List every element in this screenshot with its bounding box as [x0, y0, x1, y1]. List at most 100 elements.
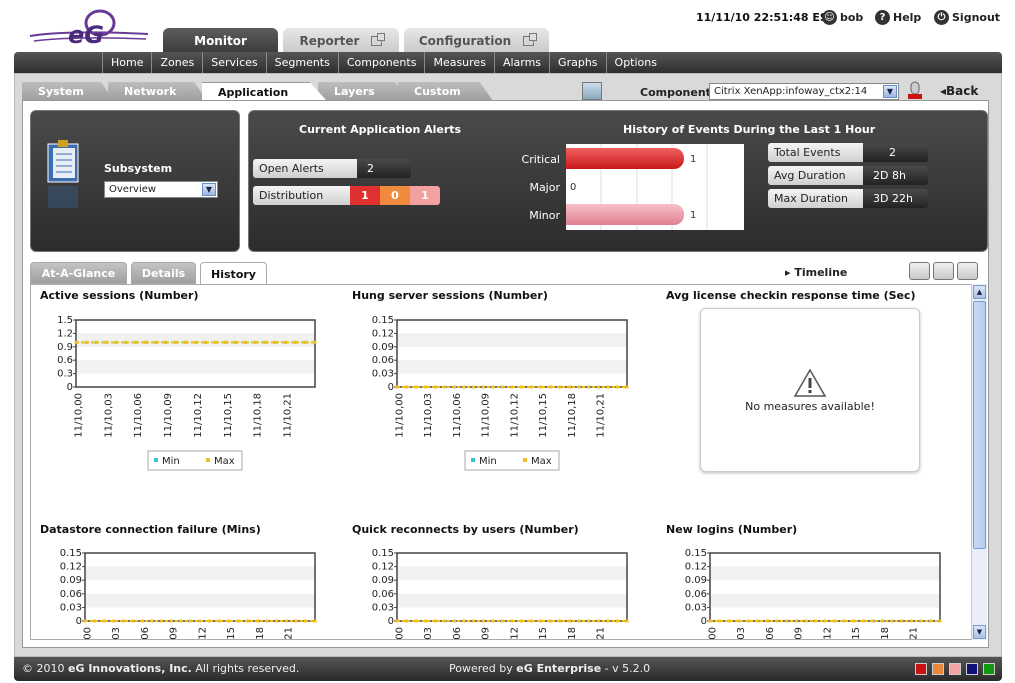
grid-band	[76, 360, 315, 374]
data-point	[890, 619, 894, 623]
data-point	[443, 619, 447, 623]
data-point	[625, 619, 629, 623]
data-point	[558, 385, 562, 389]
copyright: © 2010 eG Innovations, Inc. All rights r…	[22, 662, 299, 675]
data-point	[184, 340, 188, 344]
y-tick-label: 0.3	[57, 369, 73, 380]
data-point	[121, 619, 125, 623]
scroll-up-icon[interactable]: ▲	[973, 285, 986, 299]
version: - v 5.2.0	[604, 662, 651, 675]
data-point	[737, 619, 741, 623]
data-point	[928, 619, 932, 623]
grid-band	[710, 566, 940, 581]
grid-band	[397, 566, 627, 581]
x-tick-label: 11/10,12	[193, 393, 204, 438]
data-point	[414, 619, 418, 623]
data-point	[284, 619, 288, 623]
data-point	[174, 340, 178, 344]
x-tick-label: 11/10,18	[567, 393, 578, 438]
x-tick-label: 11/10,21	[283, 393, 294, 438]
legend-min-swatch	[154, 458, 158, 462]
y-tick-label: 0.9	[57, 342, 73, 353]
legend-min-label: Min	[479, 456, 497, 467]
data-point	[114, 340, 118, 344]
data-point	[587, 619, 591, 623]
x-tick-label: 12	[509, 627, 520, 640]
data-point	[539, 385, 543, 389]
x-tick-label: 11/10,06	[133, 393, 144, 438]
data-point	[160, 619, 164, 623]
color-square-green[interactable]	[983, 663, 995, 675]
y-tick-label: 0.15	[372, 315, 394, 326]
data-point	[871, 619, 875, 623]
data-point	[213, 340, 217, 344]
powered-by-label: Powered by	[449, 662, 513, 675]
y-tick-label: 0.06	[372, 355, 394, 366]
scroll-down-icon[interactable]: ▼	[973, 625, 986, 639]
x-tick-label: 11/10,09	[163, 393, 174, 438]
x-tick-label: 11/10,00	[73, 393, 84, 438]
data-point	[194, 340, 197, 344]
y-tick-label: 0.06	[60, 589, 82, 600]
y-tick-label: 0.15	[685, 548, 707, 559]
data-point	[539, 619, 543, 623]
y-tick-label: 1.5	[57, 315, 73, 326]
data-point	[900, 619, 904, 623]
plot-frame	[84, 552, 316, 622]
grid-band	[397, 333, 627, 347]
y-tick-label: 0.6	[57, 355, 73, 366]
legend-max-swatch	[523, 458, 527, 462]
y-tick-label: 0.03	[60, 602, 82, 613]
x-tick-label: 21	[284, 627, 295, 640]
data-point	[124, 340, 128, 344]
x-tick-label: 11/10,15	[223, 393, 234, 438]
color-square-pink[interactable]	[949, 663, 961, 675]
vertical-scrollbar[interactable]: ▲ ▼	[971, 284, 987, 640]
data-point	[414, 385, 418, 389]
x-tick-label: 00	[707, 627, 718, 640]
y-tick-label: 0	[388, 382, 394, 393]
data-point	[74, 340, 78, 344]
x-tick-label: 15	[226, 627, 237, 640]
data-point	[520, 385, 524, 389]
data-point	[303, 340, 307, 344]
data-point	[443, 385, 447, 389]
data-point	[265, 619, 269, 623]
color-square-red[interactable]	[915, 663, 927, 675]
data-point	[785, 619, 789, 623]
legend-min-label: Min	[162, 456, 180, 467]
x-tick-label: 11/10,03	[103, 393, 114, 438]
copyright-year: © 2010	[22, 662, 65, 675]
data-point	[273, 340, 277, 344]
data-point	[587, 385, 591, 389]
data-point	[472, 385, 476, 389]
data-point	[424, 619, 428, 623]
legend-max-label: Max	[214, 456, 235, 467]
data-point	[577, 619, 581, 623]
data-point	[746, 619, 750, 623]
data-point	[453, 619, 456, 623]
y-tick-label: 0	[67, 382, 73, 393]
data-point	[131, 619, 135, 623]
data-point	[529, 385, 533, 389]
data-point	[813, 619, 817, 623]
data-point	[718, 619, 722, 623]
data-point	[433, 619, 437, 623]
x-tick-label: 15	[851, 627, 862, 640]
data-point	[558, 619, 562, 623]
data-point	[217, 619, 221, 623]
chart-4: 0.15 0.12 0.09 0.06 0.03 000 03 06 09 12 15 18 21	[60, 548, 317, 640]
data-point	[491, 385, 495, 389]
y-tick-label: 0.06	[372, 589, 394, 600]
data-point	[861, 619, 865, 623]
data-point	[144, 340, 148, 344]
color-square-orange[interactable]	[932, 663, 944, 675]
data-point	[294, 619, 298, 623]
scroll-thumb[interactable]	[973, 301, 986, 549]
x-tick-label: 15	[538, 627, 549, 640]
data-point	[236, 619, 240, 623]
y-tick-label: 0.03	[685, 602, 707, 613]
x-tick-label: 09	[481, 627, 492, 640]
color-square-navy[interactable]	[966, 663, 978, 675]
x-tick-label: 11/10,12	[509, 393, 520, 438]
